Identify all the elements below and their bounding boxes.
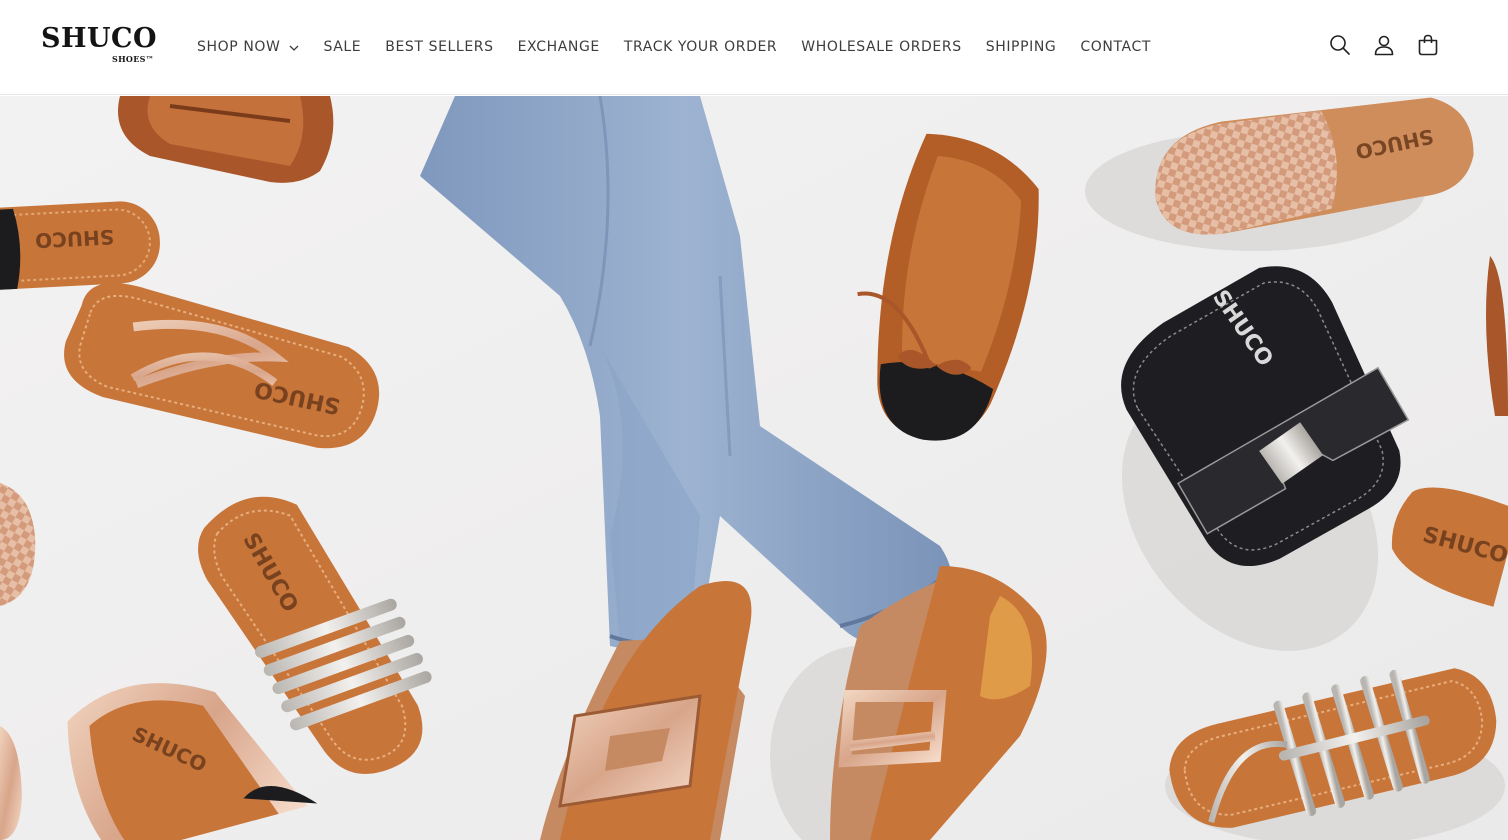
search-icon [1329,34,1351,61]
nav-item-sale[interactable]: SALE [323,39,361,55]
header-icons [1326,34,1442,60]
nav-item-label: SHOP NOW [197,39,281,55]
account-icon [1373,34,1395,61]
nav-item-wholesale-orders[interactable]: WHOLESALE ORDERS [801,39,961,55]
hero-banner[interactable]: SHUCO SHUCO SHUCO SHUCO SHUCO SHUCO SHUC… [0,96,1508,840]
hero-image: SHUCO SHUCO SHUCO SHUCO SHUCO SHUCO SHUC… [0,96,1508,840]
nav-item-shop-now[interactable]: SHOP NOW [197,39,299,55]
cart-button[interactable] [1414,34,1442,60]
nav-item-shipping[interactable]: SHIPPING [986,39,1057,55]
logo-subtext: SHOES™ [112,54,154,64]
account-button[interactable] [1370,34,1398,60]
nav-item-track-your-order[interactable]: TRACK YOUR ORDER [624,39,777,55]
logo[interactable]: SHUCO SHOES™ [41,24,159,72]
insole-brand-text: SHUCO [35,225,115,253]
chevron-down-icon [289,45,299,51]
main-nav: SHOP NOW SALE BEST SELLERS EXCHANGE TRAC… [197,36,1151,58]
site-header: SHUCO SHOES™ SHOP NOW SALE BEST SELLERS … [0,0,1508,95]
nav-item-exchange[interactable]: EXCHANGE [518,39,600,55]
logo-wordmark: SHUCO [41,23,158,54]
search-button[interactable] [1326,34,1354,60]
nav-item-best-sellers[interactable]: BEST SELLERS [385,39,493,55]
cart-icon [1417,34,1439,61]
sandal-left-1: SHUCO [0,201,160,292]
nav-item-contact[interactable]: CONTACT [1080,39,1151,55]
